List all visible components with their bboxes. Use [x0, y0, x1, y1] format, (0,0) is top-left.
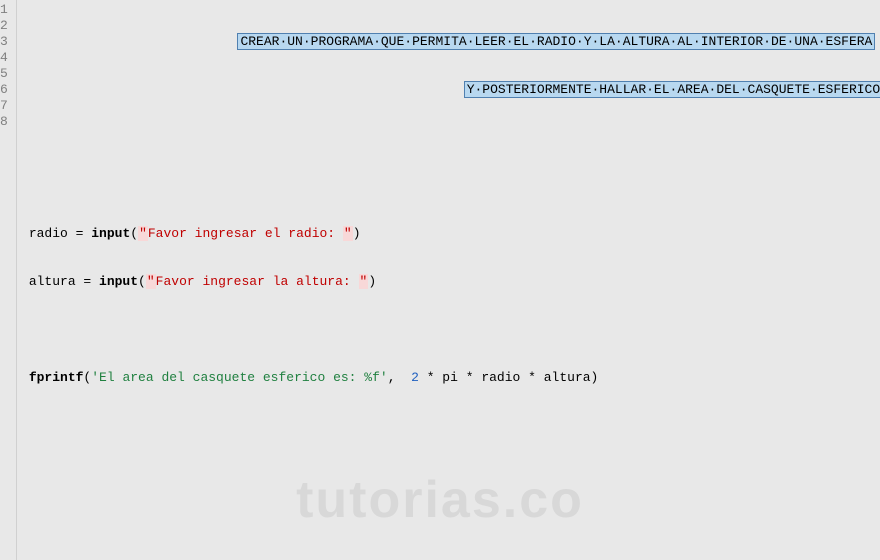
paren-close: )	[368, 274, 376, 289]
string-quote: "	[146, 274, 156, 289]
code-line-6: altura = input("Favor ingresar la altura…	[29, 274, 880, 290]
code-editor: 1 2 3 4 5 6 7 8 CREAR·UN·PROGRAMA·QUE·PE…	[0, 0, 880, 560]
keyword-fprintf: fprintf	[29, 370, 84, 385]
expression: radio * altura)	[481, 370, 598, 385]
line-number: 5	[0, 66, 8, 82]
paren-open: (	[138, 274, 146, 289]
code-line-1: CREAR·UN·PROGRAMA·QUE·PERMITA·LEER·EL·RA…	[29, 34, 880, 50]
code-line-8: fprintf('El area del casquete esferico e…	[29, 370, 880, 386]
paren-close: )	[353, 226, 361, 241]
code-content[interactable]: CREAR·UN·PROGRAMA·QUE·PERMITA·LEER·EL·RA…	[17, 0, 880, 560]
line-number: 7	[0, 98, 8, 114]
line-number: 6	[0, 82, 8, 98]
line-number: 3	[0, 34, 8, 50]
string-literal: 'El area del casquete esferico es: %f'	[91, 370, 387, 385]
code-line-4	[29, 178, 880, 194]
line-number: 8	[0, 114, 8, 130]
number-literal: 2	[411, 370, 419, 385]
code-line-5: radio = input("Favor ingresar el radio: …	[29, 226, 880, 242]
keyword-input: input	[91, 226, 130, 241]
line-number: 2	[0, 18, 8, 34]
code-line-7	[29, 322, 880, 338]
var-altura: altura =	[29, 274, 99, 289]
string-literal: Favor ingresar la altura:	[156, 274, 359, 289]
selected-comment-2: Y·POSTERIORMENTE·HALLAR·EL·AREA·DEL·CASQ…	[464, 81, 880, 98]
expression: * pi *	[419, 370, 481, 385]
string-quote: "	[343, 226, 353, 241]
line-number: 4	[0, 50, 8, 66]
var-radio: radio =	[29, 226, 91, 241]
keyword-input: input	[99, 274, 138, 289]
string-quote: "	[359, 274, 369, 289]
string-quote: "	[138, 226, 148, 241]
paren-open: (	[130, 226, 138, 241]
selected-comment-1: CREAR·UN·PROGRAMA·QUE·PERMITA·LEER·EL·RA…	[237, 33, 875, 50]
code-line-2: Y·POSTERIORMENTE·HALLAR·EL·AREA·DEL·CASQ…	[29, 82, 880, 98]
string-literal: Favor ingresar el radio:	[148, 226, 343, 241]
comma: ,	[388, 370, 411, 385]
line-number: 1	[0, 2, 8, 18]
line-gutter: 1 2 3 4 5 6 7 8	[0, 0, 17, 560]
code-line-3	[29, 130, 880, 146]
